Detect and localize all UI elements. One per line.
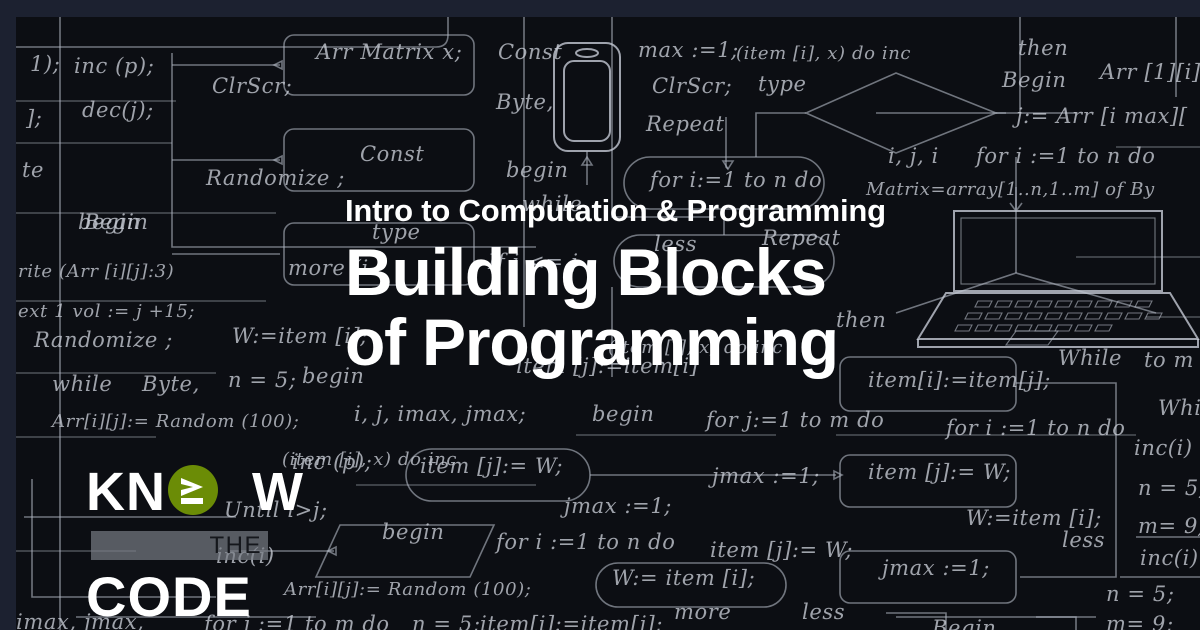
handwriting-snippet: j:= Arr [i max][ — [1012, 104, 1188, 128]
handwriting-snippet: for i:=1 to n do — [648, 168, 822, 192]
handwriting-snippet: Begin — [1001, 68, 1067, 92]
handwriting-snippet: n = 5; — [412, 612, 481, 630]
handwriting-snippet: type — [758, 72, 807, 96]
handwriting-snippet: W:= item [i]; — [612, 566, 755, 590]
handwriting-snippet: Byte, — [495, 90, 554, 114]
handwriting-snippet: n = 5; — [1138, 476, 1200, 500]
handwriting-snippet: ClrScr; — [652, 74, 732, 98]
handwriting-snippet: W:=item [i]; — [966, 506, 1102, 530]
title-line-2: of Programming — [345, 304, 839, 379]
handwriting-snippet: item [j]:= W; — [710, 538, 853, 562]
handwriting-snippet: Arr[i][j]:= Random (100); — [50, 411, 299, 432]
handwriting-snippet: inc(i) — [1134, 436, 1193, 460]
handwriting-snippet: for j:=1 to m do — [704, 408, 884, 432]
handwriting-snippet: Begin — [931, 616, 997, 630]
logo-word-code: CODE — [86, 565, 252, 628]
handwriting-snippet: m= 9; — [1106, 612, 1174, 630]
handwriting-snippet: ClrScr; — [212, 74, 292, 98]
social-card: 1);]; te inc (p); dec(j); begin Begin ClrScr; R… — [0, 0, 1200, 630]
handwriting-snippet: less — [802, 600, 845, 624]
handwriting-snippet: m= 9; — [1138, 514, 1200, 538]
handwriting-snippet: rite (Arr [i][j]:3) — [18, 261, 174, 282]
course-subtitle: Intro to Computation & Programming — [345, 193, 886, 228]
handwriting-snippet: dec(j); — [82, 98, 154, 122]
handwriting-snippet: jmax :=1; — [560, 494, 672, 518]
handwriting-snippet: Arr Matrix x; — [314, 40, 462, 64]
logo-banner-text: THE — [209, 532, 262, 559]
handwriting-snippet: Repeat — [645, 112, 725, 136]
handwriting-snippet: begin — [592, 402, 655, 426]
handwriting-snippet: jmax :=1; — [708, 464, 820, 488]
card-plate: 1);]; te inc (p); dec(j); begin Begin ClrScr; R… — [16, 17, 1200, 630]
handwriting-snippet: item [j]:= W; — [868, 460, 1011, 484]
handwriting-snippet: Arr[i][j]:= Random (100); — [282, 579, 531, 600]
handwriting-snippet: Byte, — [141, 372, 200, 396]
handwriting-snippet: item [j]:= W; — [420, 454, 563, 478]
handwriting-snippet: begin — [382, 520, 445, 544]
logo-banner: THE — [91, 531, 268, 560]
logo-know-left: KN — [86, 462, 166, 522]
handwriting-snippet: to m do — [1144, 348, 1200, 372]
handwriting-snippet: While — [1058, 346, 1122, 370]
logo-know-right: W — [252, 462, 304, 522]
handwriting-snippet: while — [52, 372, 112, 396]
handwriting-snippet: less — [1062, 528, 1105, 552]
handwriting-snippet: While — [1158, 396, 1200, 420]
handwriting-snippet: n = 5; — [1106, 582, 1175, 606]
handwriting-snippet: i, j, imax, jmax; — [354, 402, 526, 426]
page-title: Building Blocks of Programming — [345, 235, 1005, 379]
handwriting-snippet: te — [22, 158, 44, 182]
title-line-1: Building Blocks — [345, 235, 827, 309]
handwriting-snippet: more — [674, 600, 731, 624]
handwriting-snippet: Const — [498, 40, 562, 64]
handwriting-snippet: Const — [360, 142, 424, 166]
handwriting-snippet: (item [i], x) do inc — [736, 43, 911, 64]
handwriting-snippet: for i :=1 to n do — [494, 530, 675, 554]
handwriting-snippet: Arr [1][i] — [1098, 60, 1200, 84]
handwriting-snippet: Begin — [83, 210, 149, 234]
title-block: Intro to Computation & Programming Build… — [345, 195, 1005, 378]
handwriting-snippet: begin — [506, 158, 569, 182]
handwriting-snippet: ]; — [25, 106, 42, 130]
handwriting-snippet: inc(i) — [1140, 546, 1199, 570]
greater-than-or-equal-icon — [168, 465, 218, 515]
handwriting-snippet: 1); — [30, 52, 60, 76]
handwriting-snippet: jmax :=1; — [878, 556, 990, 580]
handwriting-snippet: ext 1 vol := j +15; — [18, 301, 195, 322]
handwriting-snippet: for i :=1 to n do — [974, 144, 1155, 168]
handwriting-snippet: n = 5; — [228, 368, 297, 392]
handwriting-snippet: max :=1; — [638, 38, 739, 62]
brand-logo[interactable]: KNOOW THE CODE — [72, 457, 312, 630]
handwriting-snippet: inc (p); — [74, 54, 154, 78]
handwriting-snippet: i, j, i — [888, 144, 939, 168]
handwriting-snippet: then — [1018, 36, 1068, 60]
handwriting-snippet: for i :=1 to n do — [944, 416, 1125, 440]
handwriting-snippet: Randomize ; — [33, 328, 173, 352]
handwriting-snippet: Randomize ; — [205, 166, 345, 190]
handwriting-snippet: item[i]:=item[j]; — [480, 612, 663, 630]
